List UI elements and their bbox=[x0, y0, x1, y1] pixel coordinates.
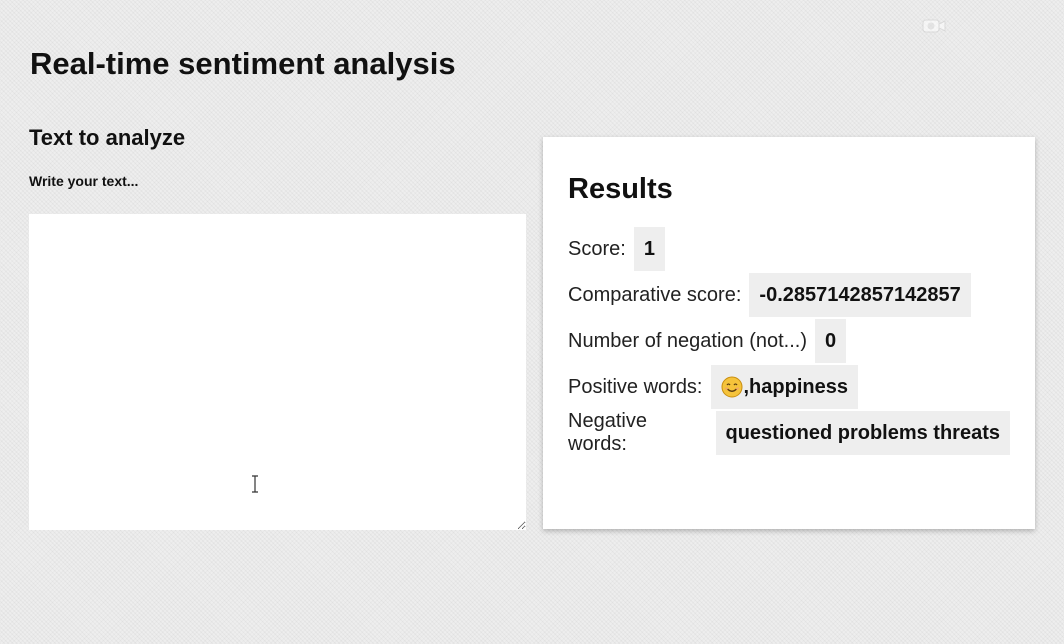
positive-words-text: ,happiness bbox=[743, 375, 848, 398]
negative-words-value: questioned problems threats bbox=[715, 411, 1010, 455]
positive-words-value: ,happiness bbox=[710, 365, 858, 409]
comparative-score-value: -0.2857142857142857 bbox=[749, 273, 971, 317]
camera-icon bbox=[922, 19, 946, 33]
comparative-score-label: Comparative score: bbox=[568, 283, 742, 306]
positive-words-label: Positive words: bbox=[568, 375, 703, 398]
comparative-score-row: Comparative score: -0.2857142857142857 bbox=[568, 272, 1010, 318]
recorder-watermark bbox=[922, 18, 946, 34]
score-row: Score: 1 bbox=[568, 226, 1010, 272]
negative-words-row: Negative words: questioned problems thre… bbox=[568, 410, 1010, 456]
negation-count-row: Number of negation (not...) 0 bbox=[568, 318, 1010, 364]
input-section: Text to analyze Write your text... bbox=[29, 125, 526, 530]
results-card: Results Score: 1 Comparative score: -0.2… bbox=[543, 137, 1035, 529]
text-input-label: Write your text... bbox=[29, 173, 139, 189]
negation-count-value: 0 bbox=[815, 319, 847, 363]
negative-words-label: Negative words: bbox=[568, 410, 647, 455]
score-value: 1 bbox=[633, 227, 665, 271]
score-label: Score: bbox=[568, 237, 626, 260]
results-title: Results bbox=[568, 173, 673, 205]
page-title: Real-time sentiment analysis bbox=[30, 46, 456, 81]
positive-words-row: Positive words: ,happiness bbox=[568, 364, 1010, 410]
text-cursor-icon bbox=[252, 475, 258, 493]
input-section-title: Text to analyze bbox=[29, 125, 186, 150]
text-to-analyze-input[interactable] bbox=[29, 214, 526, 530]
smiling-face-emoji-icon bbox=[721, 376, 742, 398]
negation-count-label: Number of negation (not...) bbox=[568, 329, 808, 352]
